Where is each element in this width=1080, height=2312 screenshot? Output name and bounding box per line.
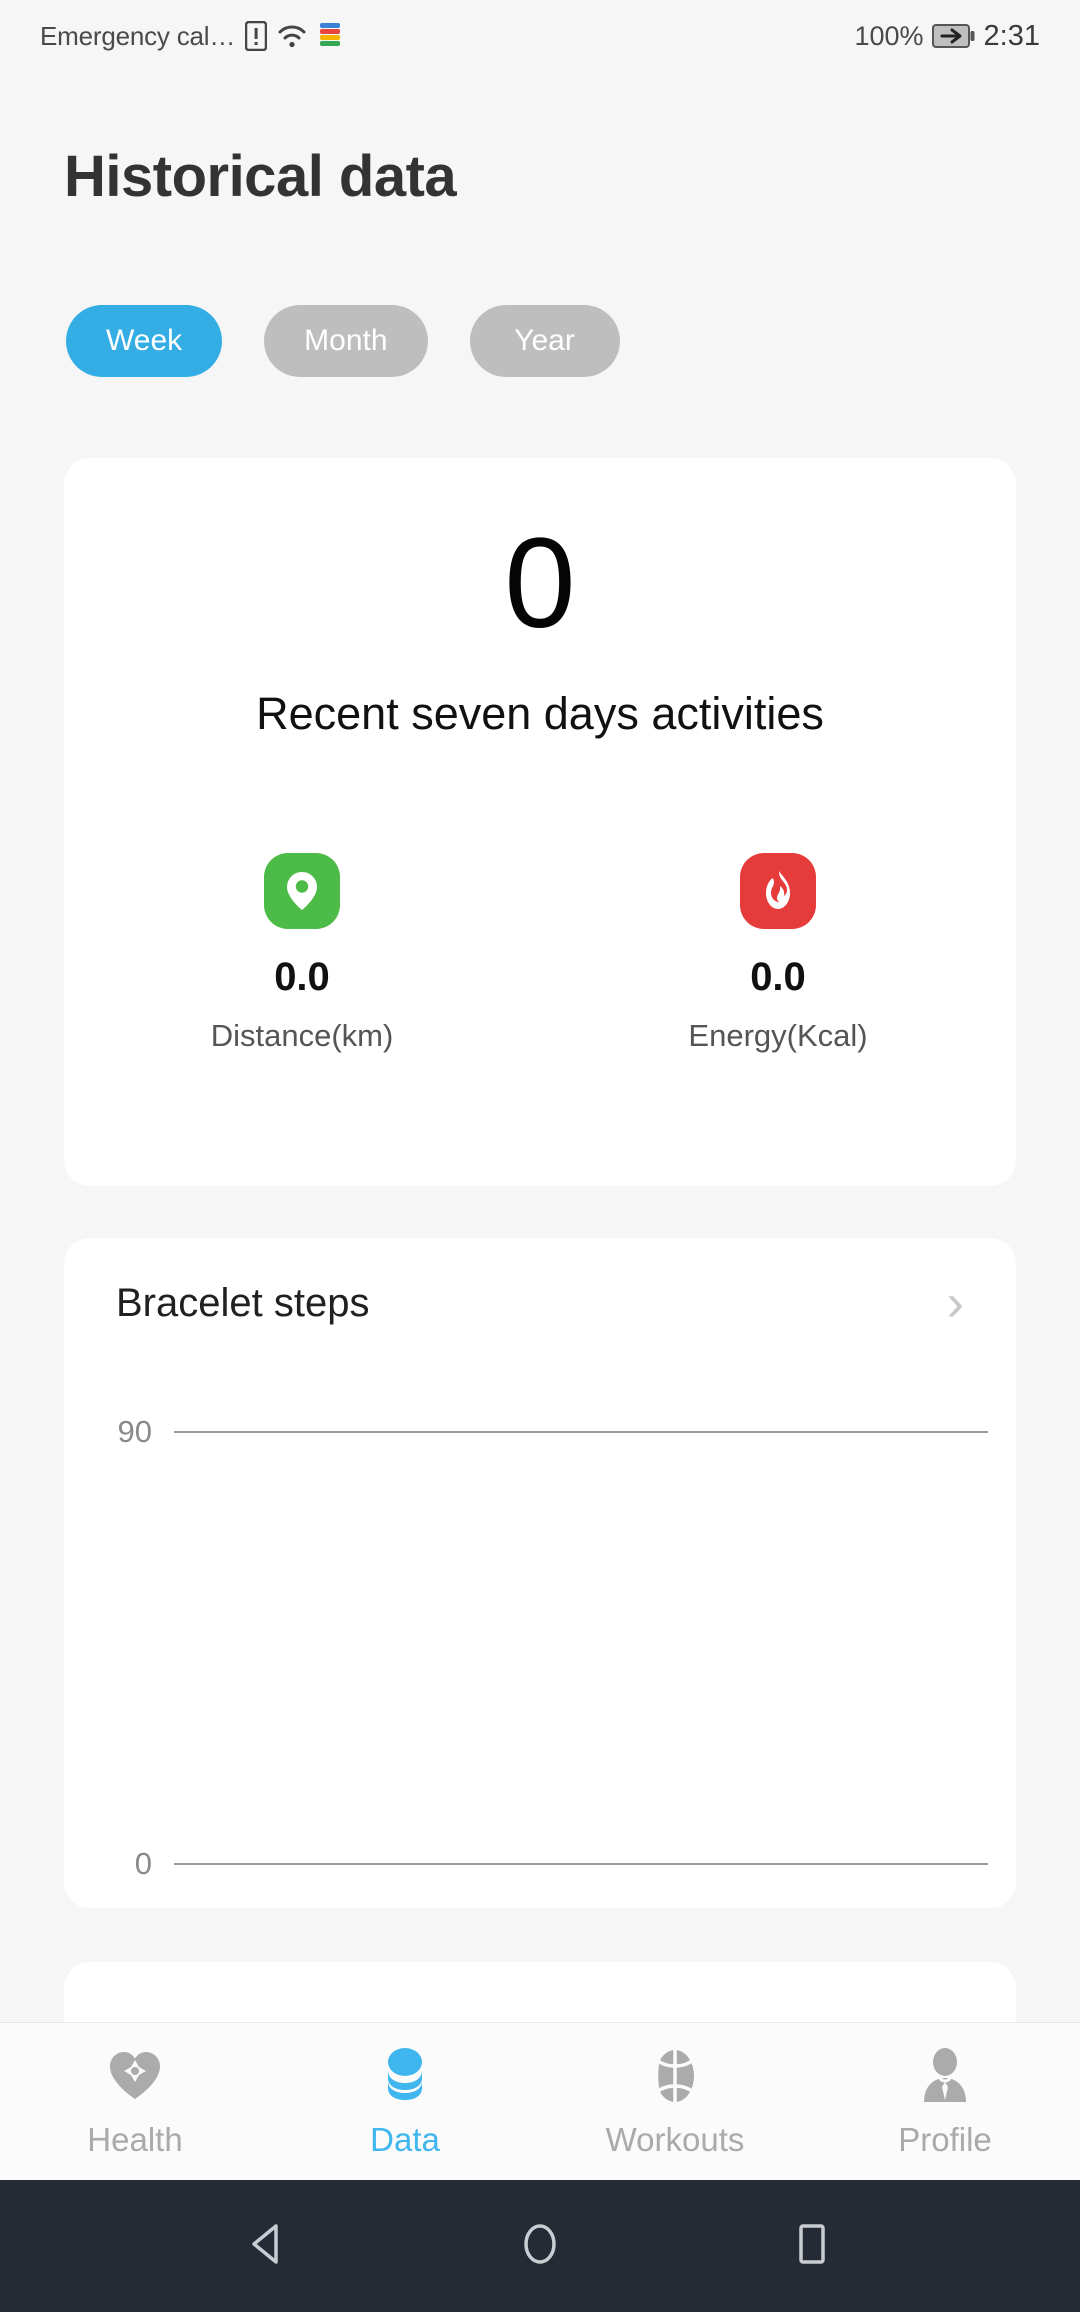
bracelet-steps-card[interactable]: Bracelet steps › 90 0	[64, 1238, 1016, 1908]
tab-profile[interactable]: Profile	[810, 2045, 1080, 2159]
wifi-icon	[277, 23, 307, 49]
bracelet-steps-header[interactable]: Bracelet steps ›	[64, 1238, 1016, 1368]
android-nav-bar	[0, 2180, 1080, 2312]
location-pin-icon	[264, 853, 340, 929]
back-triangle-icon[interactable]	[242, 2218, 294, 2275]
app-stack-icon	[317, 21, 343, 51]
tab-data-label: Data	[370, 2121, 440, 2159]
range-tab-year-label: Year	[514, 324, 575, 358]
summary-value: 0	[64, 520, 1016, 648]
chart-gridline-top: 90	[64, 1414, 1016, 1450]
summary-stats: 0.0 Distance(km) 0.0 Energy(Kcal)	[64, 853, 1016, 1054]
chart-baseline	[174, 1863, 988, 1865]
heart-plus-icon	[106, 2045, 164, 2107]
carrier-label: Emergency cal…	[40, 21, 235, 52]
chart-ytick-max: 90	[64, 1414, 174, 1450]
stat-distance-value: 0.0	[274, 955, 330, 1000]
home-circle-icon[interactable]	[514, 2218, 566, 2275]
range-tab-month[interactable]: Month	[264, 305, 427, 377]
bottom-tab-bar: Health Data Work	[0, 2022, 1080, 2180]
status-bar-left: Emergency cal…	[40, 21, 343, 52]
chart-ytick-min: 0	[64, 1846, 174, 1882]
battery-charging-icon	[932, 23, 976, 49]
stat-energy: 0.0 Energy(Kcal)	[540, 853, 1016, 1054]
tab-workouts[interactable]: Workouts	[540, 2045, 810, 2159]
tab-data[interactable]: Data	[270, 2045, 540, 2159]
range-tab-year[interactable]: Year	[470, 305, 620, 377]
chevron-right-icon[interactable]: ›	[947, 1277, 964, 1329]
sim-warning-icon	[245, 21, 267, 51]
bracelet-steps-chart: 90 0	[64, 1368, 1016, 1908]
range-tab-week[interactable]: Week	[66, 305, 222, 377]
stat-energy-label: Energy(Kcal)	[688, 1018, 867, 1054]
person-tie-icon	[916, 2045, 974, 2107]
page-title: Historical data	[64, 143, 456, 210]
bracelet-steps-title: Bracelet steps	[116, 1281, 369, 1326]
basketball-icon	[646, 2045, 704, 2107]
battery-percent-label: 100%	[854, 21, 923, 52]
range-tab-week-label: Week	[106, 324, 182, 358]
range-tabs: Week Month Year	[66, 305, 620, 377]
chart-gridline-bottom: 0	[64, 1846, 1016, 1882]
tab-health-label: Health	[87, 2121, 182, 2159]
clock-label: 2:31	[984, 20, 1040, 53]
status-bar: Emergency cal…	[0, 0, 1080, 72]
stat-distance: 0.0 Distance(km)	[64, 853, 540, 1054]
summary-subtitle: Recent seven days activities	[64, 688, 1016, 740]
tab-health[interactable]: Health	[0, 2045, 270, 2159]
stat-distance-label: Distance(km)	[211, 1018, 394, 1054]
stat-energy-value: 0.0	[750, 955, 806, 1000]
status-bar-right: 100% 2:31	[854, 20, 1040, 53]
flame-icon	[740, 853, 816, 929]
data-stack-icon	[376, 2045, 434, 2107]
tab-workouts-label: Workouts	[606, 2121, 745, 2159]
chart-gridline-top-line	[174, 1431, 988, 1433]
summary-card: 0 Recent seven days activities 0.0 Dista…	[64, 458, 1016, 1186]
range-tab-month-label: Month	[304, 324, 387, 358]
recents-square-icon[interactable]	[786, 2218, 838, 2275]
phone-screen: Emergency cal…	[0, 0, 1080, 2312]
tab-profile-label: Profile	[898, 2121, 992, 2159]
